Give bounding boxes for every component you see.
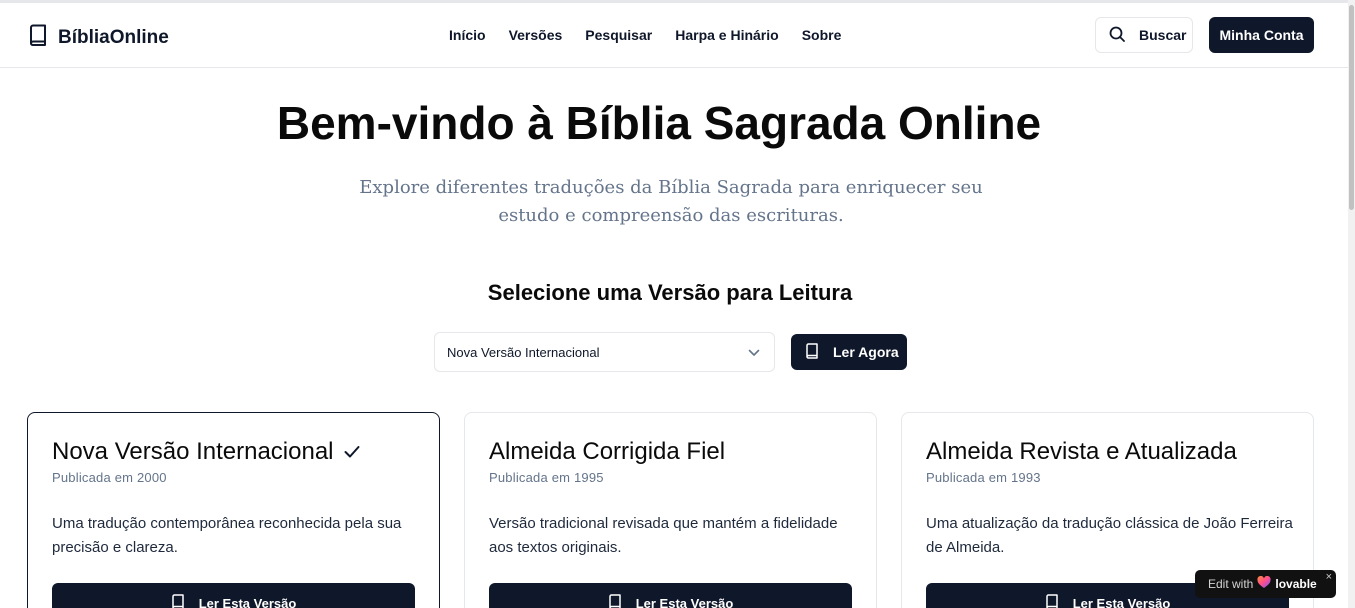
book-icon bbox=[805, 342, 819, 362]
book-icon bbox=[608, 593, 622, 608]
check-icon bbox=[344, 438, 360, 466]
card-description: Versão tradicional revisada que mantém a… bbox=[489, 515, 838, 556]
read-version-label: Ler Esta Versão bbox=[198, 595, 297, 608]
version-select[interactable]: Nova Versão Internacional bbox=[434, 332, 775, 372]
hero-subtitle: Explore diferentes traduções da Bíblia S… bbox=[359, 177, 983, 226]
scrollbar-thumb[interactable] bbox=[1349, 5, 1354, 210]
nav-versoes[interactable]: Versões bbox=[509, 27, 563, 43]
card-year: Publicada em 1993 bbox=[926, 470, 1041, 485]
edit-with-lovable-badge[interactable]: Edit with lovable × bbox=[1195, 570, 1336, 598]
card-title: Almeida Corrigida Fiel bbox=[489, 438, 725, 466]
brand-name: BíbliaOnline bbox=[58, 26, 169, 48]
nav-sobre[interactable]: Sobre bbox=[802, 27, 842, 43]
read-now-button[interactable]: Ler Agora bbox=[791, 334, 907, 370]
scrollbar[interactable] bbox=[1348, 0, 1355, 608]
read-version-button[interactable]: Ler Esta Versão bbox=[489, 583, 852, 608]
hero-title: Bem-vindo à Bíblia Sagrada Online bbox=[276, 97, 1042, 149]
card-description: Uma atualização da tradução clássica de … bbox=[926, 515, 1293, 556]
card-title: Almeida Revista e Atualizada bbox=[926, 438, 1237, 466]
account-button[interactable]: Minha Conta bbox=[1209, 17, 1314, 53]
search-icon bbox=[1109, 26, 1125, 45]
search-button[interactable]: Buscar bbox=[1095, 17, 1193, 53]
badge-edit-text: Edit with bbox=[1208, 577, 1254, 591]
card-title: Nova Versão Internacional bbox=[52, 438, 360, 466]
read-version-button[interactable]: Ler Esta Versão bbox=[52, 583, 415, 608]
badge-brand: lovable bbox=[1275, 577, 1317, 591]
read-version-label: Ler Esta Versão bbox=[1072, 595, 1171, 608]
read-now-label: Ler Agora bbox=[833, 344, 899, 360]
version-select-value: Nova Versão Internacional bbox=[447, 344, 600, 360]
main-nav: Início Versões Pesquisar Harpa e Hinário… bbox=[449, 27, 841, 43]
chevron-down-icon bbox=[748, 345, 760, 360]
card-description: Uma tradução contemporânea reconhecida p… bbox=[52, 515, 402, 556]
book-icon bbox=[171, 593, 185, 608]
card-title-text: Nova Versão Internacional bbox=[52, 438, 334, 465]
book-icon bbox=[1045, 593, 1059, 608]
search-button-label: Buscar bbox=[1139, 27, 1187, 43]
brand-logo[interactable]: BíbliaOnline bbox=[28, 24, 169, 51]
read-version-label: Ler Esta Versão bbox=[635, 595, 734, 608]
close-icon[interactable]: × bbox=[1326, 571, 1332, 583]
card-year: Publicada em 1995 bbox=[489, 470, 604, 485]
nav-inicio[interactable]: Início bbox=[449, 27, 486, 43]
card-title-text: Almeida Revista e Atualizada bbox=[926, 438, 1237, 465]
version-card-nvi[interactable]: Nova Versão Internacional Publicada em 2… bbox=[27, 412, 440, 608]
nav-harpa-hinario[interactable]: Harpa e Hinário bbox=[675, 27, 778, 43]
card-title-text: Almeida Corrigida Fiel bbox=[489, 438, 726, 465]
heart-icon bbox=[1257, 575, 1271, 592]
nav-pesquisar[interactable]: Pesquisar bbox=[585, 27, 652, 43]
version-card-acf[interactable]: Almeida Corrigida Fiel Publicada em 1995… bbox=[464, 412, 877, 608]
version-section-title: Selecione uma Versão para Leitura bbox=[487, 280, 853, 305]
book-icon bbox=[28, 24, 48, 51]
card-year: Publicada em 2000 bbox=[52, 470, 167, 485]
site-header: BíbliaOnline Início Versões Pesquisar Ha… bbox=[0, 3, 1348, 68]
